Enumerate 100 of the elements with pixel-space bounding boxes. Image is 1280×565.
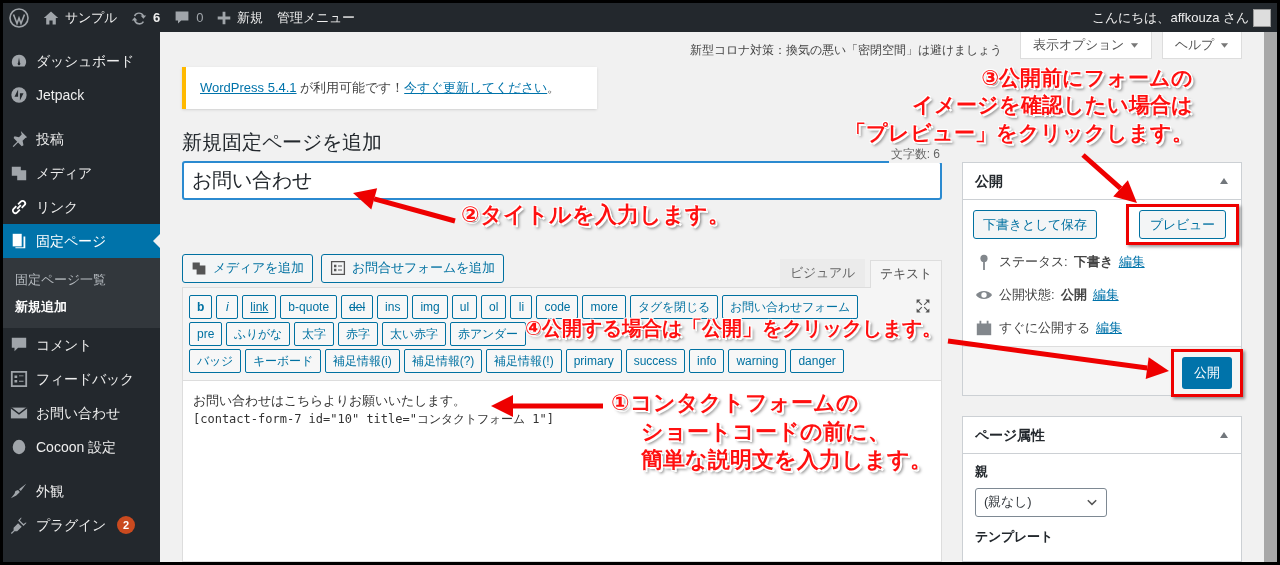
sidebar-item[interactable]: メディア: [3, 156, 160, 190]
quicktag-button[interactable]: b: [189, 294, 213, 319]
quicktag-button[interactable]: danger: [790, 348, 844, 373]
quicktag-button[interactable]: success: [625, 348, 686, 373]
screen-tab-button[interactable]: ヘルプ: [1162, 32, 1242, 59]
menu-label[interactable]: 管理メニュー: [277, 7, 356, 28]
callout-text: 簡単な説明文を入力します。: [641, 446, 932, 475]
callout-text: ③公開前にフォームの: [981, 65, 1193, 92]
scrollbar[interactable]: [1264, 32, 1277, 562]
quicktag-button[interactable]: ol: [481, 294, 507, 319]
quicktag-button[interactable]: info: [689, 348, 725, 373]
quicktag-button[interactable]: 補足情報(!): [486, 348, 562, 373]
field-label: テンプレート: [974, 527, 1054, 546]
update-link[interactable]: 今すぐ更新してください: [404, 80, 548, 95]
sidebar-item[interactable]: リンク: [3, 190, 160, 224]
sidebar-item[interactable]: プラグイン 2: [3, 508, 160, 542]
page-icon: [10, 232, 28, 250]
site-name-link[interactable]: サンプル: [65, 7, 117, 28]
parent-select[interactable]: (親なし): [975, 487, 1107, 517]
title-input[interactable]: お問い合わせ: [182, 160, 942, 200]
greeting-text[interactable]: こんにちは、affkouza さん: [1092, 7, 1249, 28]
field-label: 親: [974, 463, 989, 481]
quicktag-button[interactable]: li: [510, 294, 533, 319]
brush-icon: [10, 482, 28, 500]
sidebar-item[interactable]: ダッシュボード: [3, 44, 160, 78]
media-button[interactable]: お問合せフォームを追加: [321, 253, 504, 283]
sidebar-item[interactable]: コメント: [3, 328, 160, 362]
home-icon: [43, 9, 59, 26]
quicktag-button[interactable]: more: [582, 294, 626, 319]
quicktag-button[interactable]: お問い合わせフォーム: [721, 294, 858, 319]
save-draft-button[interactable]: 下書きとして保存: [973, 210, 1097, 239]
quicktag-button[interactable]: 補足情報(i): [325, 348, 400, 373]
panel-title: 公開: [975, 171, 1003, 191]
submenu-item[interactable]: 固定ページ一覧: [15, 269, 106, 290]
quicktag-button[interactable]: code: [536, 294, 579, 319]
screen-tab-button[interactable]: 表示オプション: [1020, 32, 1152, 59]
editor-tab[interactable]: ビジュアル: [780, 258, 865, 287]
sidebar-item[interactable]: フィードバック: [3, 362, 160, 396]
media-button[interactable]: メディアを追加: [182, 253, 313, 283]
pin-icon: [10, 130, 28, 148]
callout-text: ショートコードの前に、: [641, 417, 890, 446]
sidebar-item[interactable]: 固定ページ: [3, 224, 160, 258]
status-label: すぐに公開する: [999, 318, 1090, 337]
editor-tab[interactable]: テキスト: [870, 259, 942, 288]
quicktag-button[interactable]: 太い赤字: [382, 321, 447, 346]
status-label: 公開状態:: [999, 285, 1055, 304]
edit-link[interactable]: 編集: [1118, 251, 1145, 272]
calendar-icon: [975, 318, 993, 337]
quicktag-button[interactable]: del: [341, 294, 374, 319]
sidebar-item[interactable]: Cocoon 設定: [3, 430, 160, 464]
quicktag-button[interactable]: 赤アンダー: [450, 321, 527, 346]
quicktag-button[interactable]: i: [216, 294, 239, 319]
sidebar-item[interactable]: 外観: [3, 474, 160, 508]
quicktag-button[interactable]: link: [242, 294, 277, 319]
quicktag-button[interactable]: 赤字: [338, 321, 379, 346]
update-link[interactable]: WordPress 5.4.1: [200, 80, 297, 95]
plug-icon: [10, 516, 28, 534]
panel-title: ページ属性: [975, 425, 1045, 445]
jetpack-icon: [10, 86, 28, 104]
edit-link[interactable]: 編集: [1092, 284, 1119, 305]
submenu-item[interactable]: 新規追加: [15, 296, 67, 317]
preview-button[interactable]: プレビュー: [1139, 210, 1226, 239]
quicktag-button[interactable]: ul: [451, 294, 478, 319]
sidebar-item[interactable]: 投稿: [3, 122, 160, 156]
notice-text: が利用可能です！: [299, 80, 405, 95]
circle-icon: [10, 438, 28, 456]
avatar-icon[interactable]: [1253, 8, 1271, 27]
status-value: 下書き: [1073, 252, 1113, 271]
sidebar-item[interactable]: Jetpack: [3, 78, 160, 112]
media-icon: [10, 164, 28, 182]
quicktag-button[interactable]: pre: [189, 321, 223, 346]
link-icon: [10, 198, 28, 216]
current-page-pointer: [153, 234, 160, 248]
new-menu-link[interactable]: 新規: [237, 7, 264, 28]
quicktag-button[interactable]: キーボード: [245, 348, 321, 373]
quicktag-button[interactable]: img: [412, 294, 448, 319]
notification-badge: 2: [117, 516, 135, 534]
quicktag-button[interactable]: タグを閉じる: [629, 294, 718, 319]
comment-count[interactable]: 0: [196, 7, 204, 28]
caret-icon: [1130, 40, 1139, 50]
status-label: ステータス:: [999, 252, 1068, 271]
quicktag-button[interactable]: バッジ: [189, 348, 241, 373]
media-icon: [191, 260, 207, 276]
refresh-icon: [131, 9, 147, 26]
callout-text: ②タイトルを入力します。: [461, 201, 730, 229]
callout-text: ①コンタクトフォームの: [611, 389, 859, 417]
publish-button[interactable]: 公開: [1182, 357, 1232, 389]
update-count[interactable]: 6: [153, 7, 161, 28]
quicktag-button[interactable]: primary: [565, 348, 622, 373]
quicktag-button[interactable]: 補足情報(?): [403, 348, 483, 373]
plus-icon: [217, 10, 232, 25]
quicktag-button[interactable]: ふりがな: [226, 321, 291, 346]
edit-link[interactable]: 編集: [1096, 317, 1122, 338]
quicktag-button[interactable]: warning: [728, 348, 787, 373]
sidebar-item[interactable]: お問い合わせ: [3, 396, 160, 430]
wordpress-logo-icon: [9, 7, 29, 28]
quicktag-button[interactable]: b-quote: [280, 294, 338, 319]
quicktag-button[interactable]: ins: [377, 294, 409, 319]
fullscreen-icon: [915, 297, 931, 314]
quicktag-button[interactable]: 太字: [294, 321, 335, 346]
